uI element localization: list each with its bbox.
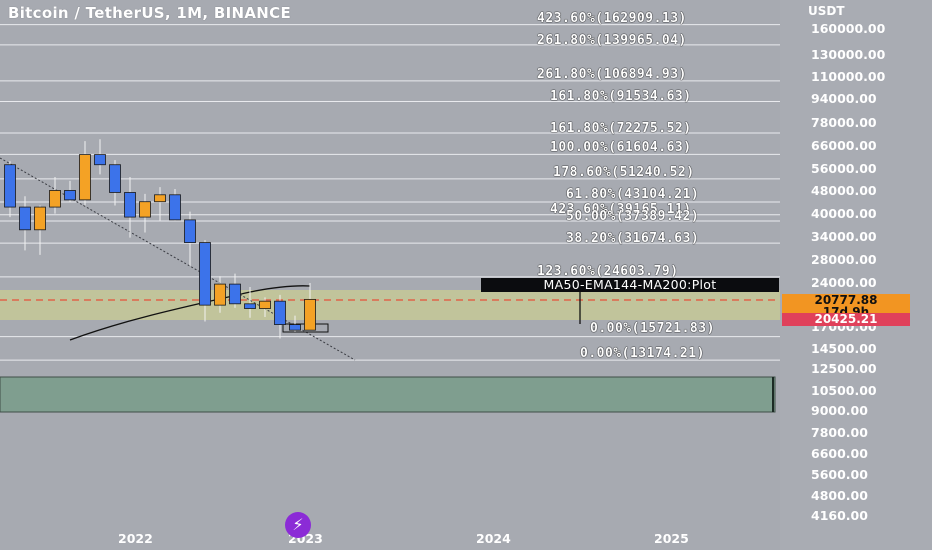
- price-tick: 4800.00: [811, 488, 868, 503]
- price-tick: 66000.00: [811, 138, 877, 153]
- fib-label: 161.80%(72275.52): [550, 121, 692, 136]
- candle-bullish: [79, 154, 91, 201]
- candle-bullish: [259, 300, 271, 309]
- time-tick: 2024: [476, 531, 511, 546]
- price-tick: 110000.00: [811, 69, 886, 84]
- candle-bearish: [124, 192, 136, 218]
- lower-box-zone: [0, 376, 776, 413]
- candle-bullish: [139, 201, 151, 218]
- price-tick: 28000.00: [811, 252, 877, 267]
- chart-canvas[interactable]: [0, 0, 932, 550]
- candle-bearish: [94, 154, 106, 166]
- price-tick: 130000.00: [811, 47, 886, 62]
- trend-line: [0, 157, 356, 361]
- candle-bearish: [274, 300, 286, 326]
- price-tick: 5600.00: [811, 467, 868, 482]
- price-tick: 56000.00: [811, 161, 877, 176]
- tradingview-logo-icon[interactable]: ⚡: [285, 512, 311, 538]
- time-tick: 2025: [654, 531, 689, 546]
- price-tick: 6600.00: [811, 446, 868, 461]
- price-tick: 160000.00: [811, 21, 886, 36]
- low-price-tag: 20425.21: [782, 313, 910, 326]
- fib-label: 261.80%(106894.93): [537, 67, 687, 82]
- price-tick: 48000.00: [811, 183, 877, 198]
- price-tick: 94000.00: [811, 91, 877, 106]
- price-tick: 7800.00: [811, 425, 868, 440]
- fib-label: 161.80%(91534.63): [550, 89, 692, 104]
- price-zone-highlight: [0, 290, 780, 320]
- price-tick: 4160.00: [811, 508, 868, 523]
- price-tick: 10500.00: [811, 383, 877, 398]
- candle-bullish: [214, 283, 226, 306]
- time-tick: 2022: [118, 531, 153, 546]
- fib-label: 423.60%(162909.13): [537, 11, 687, 26]
- fib-label: 261.80%(139965.04): [537, 33, 687, 48]
- fib-label: 178.60%(51240.52): [553, 165, 695, 180]
- price-tick: 12500.00: [811, 361, 877, 376]
- price-tick: 40000.00: [811, 206, 877, 221]
- price-tick: 14500.00: [811, 341, 877, 356]
- chart-title: Bitcoin / TetherUS, 1M, BINANCE: [8, 4, 291, 22]
- candle-bearish: [184, 219, 196, 243]
- candle-bearish: [229, 283, 241, 305]
- chart-root: Bitcoin / TetherUS, 1M, BINANCE USDT 423…: [0, 0, 932, 550]
- fib-label: 61.80%(43104.21): [566, 187, 700, 202]
- fib-label: 50.00%(37389.42): [566, 209, 700, 224]
- candle-bullish: [34, 206, 46, 231]
- fib-label: 0.00%(13174.21): [580, 346, 705, 361]
- candle-bullish: [154, 194, 166, 203]
- indicator-label[interactable]: MA50-EMA144-MA200:Plot: [481, 278, 779, 292]
- price-tick: 34000.00: [811, 229, 877, 244]
- price-tick: 9000.00: [811, 403, 868, 418]
- candle-bearish: [199, 242, 211, 306]
- candle-bearish: [4, 164, 16, 208]
- price-tick: 78000.00: [811, 115, 877, 130]
- fib-label: 0.00%(15721.83): [590, 321, 715, 336]
- candle-bearish: [244, 303, 256, 309]
- candle-bullish: [304, 298, 316, 331]
- candle-bearish: [169, 194, 181, 221]
- price-tick: 24000.00: [811, 275, 877, 290]
- candle-bearish: [109, 164, 121, 193]
- fib-label: 38.20%(31674.63): [566, 231, 700, 246]
- fib-label: 100.00%(61604.63): [550, 140, 692, 155]
- candle-bearish: [289, 324, 301, 331]
- candle-bearish: [64, 190, 76, 201]
- currency-unit: USDT: [808, 4, 845, 18]
- candle-bullish: [49, 190, 61, 208]
- candle-bearish: [19, 206, 31, 231]
